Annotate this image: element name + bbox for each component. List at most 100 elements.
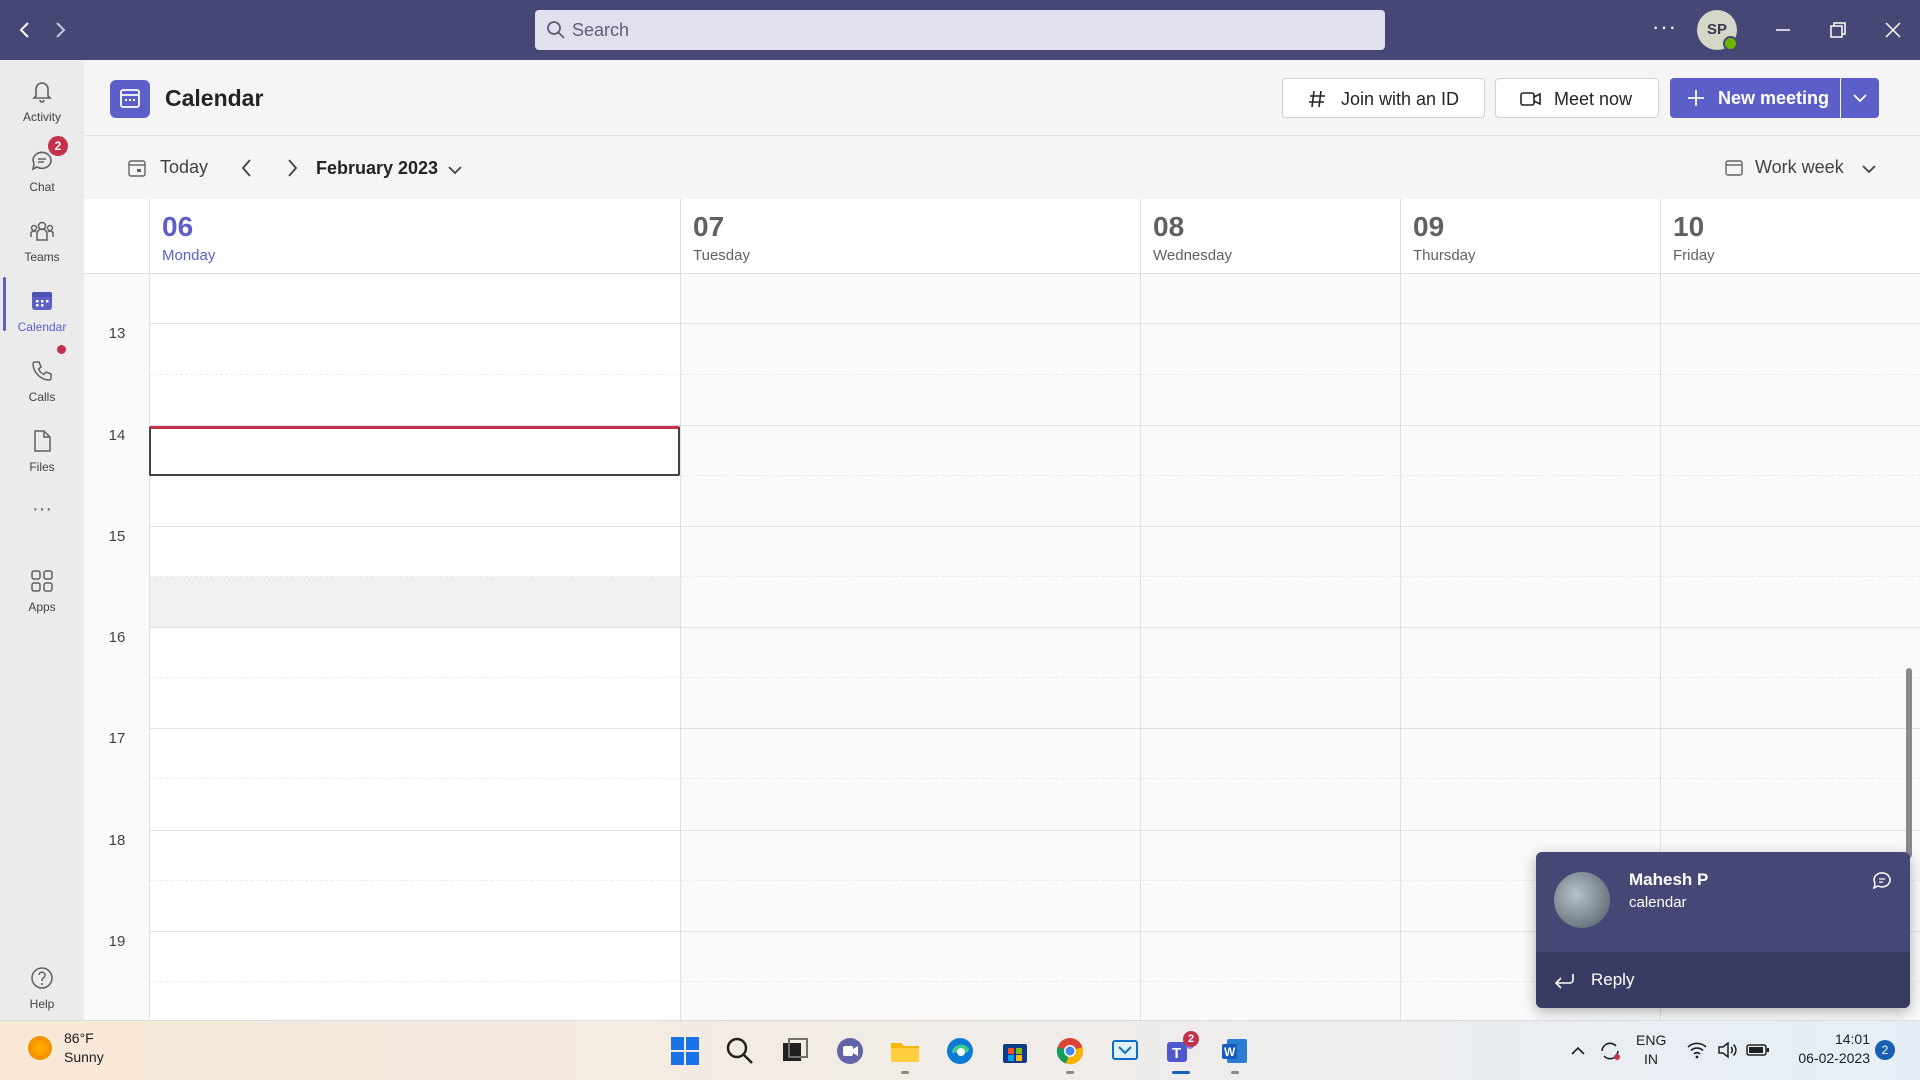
close-icon[interactable] — [1881, 18, 1905, 42]
hour-label: 15 — [108, 528, 126, 545]
selected-time-slot[interactable] — [149, 426, 680, 476]
day-header-tuesday[interactable]: 07 Tuesday — [681, 199, 1140, 274]
rail-item-calendar[interactable]: Calendar — [0, 278, 84, 340]
remote-desktop-icon[interactable] — [1109, 1035, 1141, 1067]
calendar-icon — [32, 292, 52, 310]
meet-now-button[interactable]: Meet now — [1495, 78, 1659, 118]
message-preview: calendar — [1629, 894, 1687, 911]
day-number: 08 — [1153, 211, 1185, 242]
join-with-id-label: Join with an ID — [1341, 89, 1460, 109]
sender-avatar — [1554, 872, 1610, 928]
chevron-up-icon[interactable] — [1568, 1041, 1588, 1061]
microsoft-store-icon[interactable] — [999, 1035, 1031, 1067]
rail-label: Apps — [28, 600, 56, 614]
today-label: Today — [160, 157, 209, 177]
next-week-icon[interactable] — [281, 156, 303, 180]
search-input[interactable]: Search — [535, 10, 1385, 50]
running-indicator — [901, 1071, 909, 1074]
grid-line — [150, 323, 1920, 324]
corner-cell — [84, 199, 150, 274]
hour-label: 19 — [108, 933, 126, 950]
reply-button[interactable]: Reply — [1536, 952, 1910, 1008]
grid-line — [150, 677, 1920, 678]
day-name: Friday — [1673, 247, 1715, 264]
chat-notification-toast[interactable]: Mahesh P calendar Reply — [1536, 852, 1910, 1008]
more-apps-icon[interactable]: ··· — [0, 498, 84, 521]
hour-label: 13 — [108, 325, 126, 342]
day-header-monday[interactable]: 06 Monday — [150, 199, 680, 274]
restore-icon[interactable] — [1826, 18, 1850, 42]
day-header-thursday[interactable]: 09 Thursday — [1401, 199, 1660, 274]
weather-temp[interactable]: 86°F — [64, 1030, 94, 1046]
view-selector[interactable]: Work week — [1722, 156, 1880, 182]
view-layout-icon — [1725, 160, 1743, 176]
sender-name: Mahesh P — [1629, 870, 1709, 889]
battery-icon[interactable] — [1746, 1041, 1770, 1059]
plus-icon — [1688, 90, 1704, 106]
weather-desc[interactable]: Sunny — [64, 1049, 104, 1065]
video-camera-icon — [1520, 92, 1541, 106]
language-indicator[interactable]: ENG — [1636, 1032, 1666, 1048]
bell-icon — [32, 82, 52, 103]
month-picker[interactable]: February 2023 — [316, 157, 468, 183]
search-icon[interactable] — [724, 1035, 756, 1067]
rail-item-calls[interactable]: Calls — [0, 348, 84, 410]
rail-item-chat[interactable]: Chat — [0, 138, 84, 200]
search-icon — [547, 21, 565, 39]
task-view-icon[interactable] — [779, 1035, 811, 1067]
teams-icon — [30, 221, 54, 241]
grid-line — [150, 830, 1920, 831]
page-title: Calendar — [165, 85, 264, 111]
hour-label: 14 — [108, 427, 126, 444]
back-arrow-icon[interactable] — [13, 18, 37, 42]
rail-item-activity[interactable]: Activity — [0, 68, 84, 130]
teams-chat-icon[interactable] — [834, 1035, 866, 1067]
new-meeting-label: New meeting — [1718, 88, 1830, 108]
new-meeting-button[interactable]: New meeting — [1670, 78, 1840, 118]
rail-label: Help — [29, 997, 55, 1011]
clock-time[interactable]: 14:01 — [1780, 1031, 1870, 1047]
day-header-wednesday[interactable]: 08 Wednesday — [1141, 199, 1400, 274]
more-options-icon[interactable]: ··· — [1652, 14, 1677, 40]
title-bar: Search ··· SP — [0, 0, 1920, 60]
wifi-icon[interactable] — [1686, 1040, 1708, 1060]
join-with-id-button[interactable]: Join with an ID — [1282, 78, 1485, 118]
day-name: Thursday — [1413, 247, 1476, 264]
chevron-down-icon — [1853, 94, 1867, 103]
grid-line — [150, 778, 1920, 779]
weather-sun-icon[interactable] — [28, 1036, 52, 1060]
presence-available-icon — [1723, 36, 1738, 51]
view-label: Work week — [1755, 157, 1844, 177]
today-button[interactable]: Today — [124, 156, 224, 182]
rail-item-teams[interactable]: Teams — [0, 208, 84, 270]
day-header-friday[interactable]: 10 Friday — [1661, 199, 1920, 274]
new-meeting-dropdown-button[interactable] — [1841, 78, 1879, 118]
file-explorer-icon[interactable] — [889, 1035, 921, 1067]
app-rail — [0, 60, 84, 1020]
svg-text:T: T — [1172, 1045, 1181, 1062]
sync-icon[interactable] — [1598, 1039, 1622, 1063]
minimize-icon[interactable] — [1771, 18, 1795, 42]
previous-week-icon[interactable] — [236, 156, 258, 180]
day-name: Monday — [162, 247, 216, 264]
clock-date[interactable]: 06-02-2023 — [1780, 1050, 1870, 1066]
svg-text:W: W — [1224, 1045, 1236, 1059]
notification-count-badge[interactable]: 2 — [1875, 1040, 1895, 1060]
rail-item-files[interactable]: Files — [0, 418, 84, 480]
help-icon — [31, 967, 53, 989]
rail-item-help[interactable]: Help — [0, 955, 84, 1017]
forward-arrow-icon[interactable] — [48, 18, 72, 42]
windows-start-icon[interactable] — [669, 1035, 701, 1067]
rail-label: Files — [29, 460, 55, 474]
running-indicator — [1066, 1071, 1074, 1074]
reply-label: Reply — [1591, 970, 1635, 989]
grid-scrollbar[interactable] — [1906, 668, 1912, 858]
edge-icon[interactable] — [944, 1035, 976, 1067]
calendar-today-icon — [128, 160, 146, 177]
chrome-icon[interactable] — [1054, 1035, 1086, 1067]
volume-icon[interactable] — [1716, 1040, 1738, 1060]
rail-item-apps[interactable]: Apps — [0, 558, 84, 620]
word-icon[interactable]: W — [1219, 1035, 1251, 1067]
open-chat-icon[interactable] — [1870, 868, 1894, 892]
language-region[interactable]: IN — [1636, 1051, 1666, 1067]
